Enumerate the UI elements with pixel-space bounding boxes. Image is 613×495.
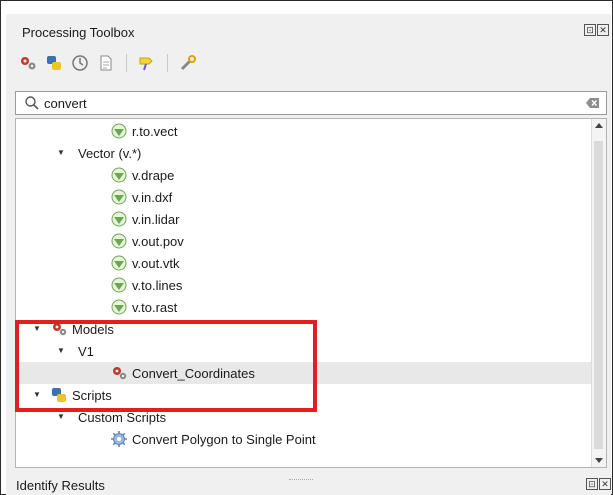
tree-item-convert-polygon[interactable]: Convert Polygon to Single Point bbox=[16, 428, 592, 450]
algorithm-tree: r.to.vect ▼ Vector (v.*) v.drape v.in.dx… bbox=[15, 118, 607, 468]
tree-item-v-out-pov[interactable]: v.out.pov bbox=[16, 230, 592, 252]
clear-search-icon[interactable] bbox=[586, 97, 600, 109]
chevron-down-icon[interactable]: ▼ bbox=[56, 412, 66, 422]
tree-item-label: v.out.vtk bbox=[132, 256, 180, 271]
tree-group-label: Custom Scripts bbox=[78, 410, 167, 425]
search-input[interactable] bbox=[44, 94, 564, 112]
gear-icon bbox=[111, 431, 127, 447]
tree-item-label: v.drape bbox=[132, 168, 175, 183]
tree-group-vector[interactable]: ▼ Vector (v.*) bbox=[16, 142, 592, 164]
tree-item-v-in-dxf[interactable]: v.in.dxf bbox=[16, 186, 592, 208]
panel-title: Processing Toolbox bbox=[22, 25, 135, 40]
tree-item-label: v.in.dxf bbox=[132, 190, 173, 205]
tree-group-v1[interactable]: ▼ V1 bbox=[16, 340, 592, 362]
tree-item-label: Convert Polygon to Single Point bbox=[132, 432, 316, 447]
chevron-down-icon[interactable]: ▼ bbox=[32, 390, 42, 400]
grass-icon bbox=[111, 123, 127, 139]
tree-group-scripts[interactable]: ▼ Scripts bbox=[16, 384, 592, 406]
chevron-down-icon[interactable]: ▼ bbox=[56, 346, 66, 356]
grass-icon bbox=[111, 255, 127, 271]
float-panel-icon[interactable]: ⊡ bbox=[584, 24, 596, 36]
grass-icon bbox=[111, 299, 127, 315]
close-panel-icon[interactable]: ✕ bbox=[597, 24, 609, 36]
tree-group-label: V1 bbox=[78, 344, 94, 359]
chevron-down-icon[interactable]: ▼ bbox=[56, 148, 66, 158]
python-icon[interactable] bbox=[44, 53, 64, 73]
grass-icon bbox=[111, 211, 127, 227]
tree-item-r-to-vect[interactable]: r.to.vect bbox=[16, 120, 592, 142]
tree-item-v-in-lidar[interactable]: v.in.lidar bbox=[16, 208, 592, 230]
toolbar-separator bbox=[167, 54, 168, 72]
python-icon bbox=[52, 388, 66, 402]
search-icon bbox=[25, 96, 39, 110]
toolbox-toolbar bbox=[18, 51, 198, 75]
chevron-down-icon[interactable]: ▼ bbox=[32, 324, 42, 334]
tree-item-label: v.in.lidar bbox=[132, 212, 180, 227]
grass-icon bbox=[111, 189, 127, 205]
identify-results-title: Identify Results bbox=[16, 478, 105, 493]
identify-dock-buttons: ⊡ ✕ bbox=[586, 478, 611, 490]
panel-title-bar: Processing Toolbox ⊡ ✕ bbox=[6, 14, 611, 44]
grass-icon bbox=[111, 167, 127, 183]
edit-features-icon[interactable] bbox=[137, 53, 157, 73]
tree-item-v-out-vtk[interactable]: v.out.vtk bbox=[16, 252, 592, 274]
grass-icon bbox=[111, 277, 127, 293]
tree-group-models[interactable]: ▼ Models bbox=[16, 318, 592, 340]
tree-item-convert-coordinates[interactable]: Convert_Coordinates bbox=[16, 362, 592, 384]
scroll-down-icon[interactable] bbox=[595, 458, 603, 463]
processing-toolbox-panel: Processing Toolbox ⊡ ✕ convert r.to.vect… bbox=[6, 14, 611, 495]
tree-item-label: v.to.rast bbox=[132, 300, 178, 315]
tree-item-v-drape[interactable]: v.drape bbox=[16, 164, 592, 186]
scrollbar-thumb[interactable] bbox=[594, 141, 603, 449]
close-panel-icon[interactable]: ✕ bbox=[599, 478, 611, 490]
results-viewer-icon[interactable] bbox=[96, 53, 116, 73]
scroll-up-icon[interactable] bbox=[595, 123, 603, 128]
tree-item-label: v.to.lines bbox=[132, 278, 183, 293]
tree-item-v-to-lines[interactable]: v.to.lines bbox=[16, 274, 592, 296]
dock-buttons: ⊡ ✕ bbox=[584, 24, 609, 36]
models-icon bbox=[113, 367, 127, 380]
tree-group-label: Scripts bbox=[72, 388, 112, 403]
options-icon[interactable] bbox=[178, 53, 198, 73]
models-icon bbox=[53, 323, 67, 336]
tree-item-label: v.out.pov bbox=[132, 234, 184, 249]
tree-group-label: Vector (v.*) bbox=[78, 146, 142, 161]
models-icon[interactable] bbox=[18, 53, 38, 73]
tree-group-custom-scripts[interactable]: ▼ Custom Scripts bbox=[16, 406, 592, 428]
tree-item-v-to-rast[interactable]: v.to.rast bbox=[16, 296, 592, 318]
vertical-scrollbar[interactable] bbox=[591, 119, 606, 467]
float-panel-icon[interactable]: ⊡ bbox=[586, 478, 598, 490]
toolbar-separator bbox=[126, 54, 127, 72]
search-box bbox=[15, 91, 607, 115]
tree-item-label: r.to.vect bbox=[132, 124, 178, 139]
panel-splitter-handle[interactable] bbox=[289, 479, 313, 482]
tree-item-label: Convert_Coordinates bbox=[132, 366, 255, 381]
tree-group-label: Models bbox=[72, 322, 114, 337]
history-icon[interactable] bbox=[70, 53, 90, 73]
grass-icon bbox=[111, 233, 127, 249]
